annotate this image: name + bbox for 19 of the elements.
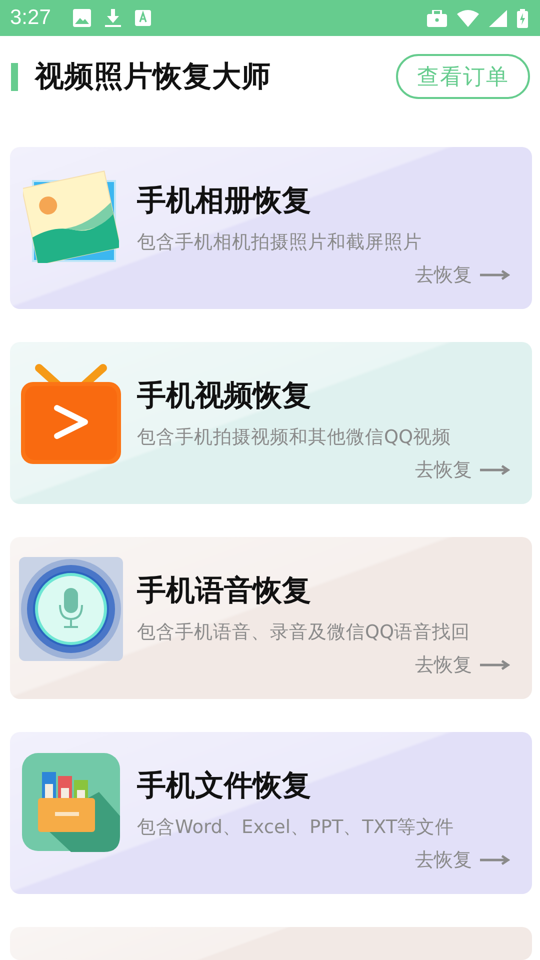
clock-time: 3:27: [10, 6, 51, 30]
card-description: 包含手机相机拍摄照片和截屏照片: [137, 231, 423, 255]
recovery-card[interactable]: 手机语音恢复 包含手机语音、录音及微信QQ语音找回 去恢复: [10, 537, 532, 699]
card-description: 包含手机语音、录音及微信QQ语音找回: [137, 621, 472, 645]
card-title: 手机视频恢复: [137, 377, 312, 413]
go-recover-link[interactable]: 去恢复: [415, 457, 510, 483]
recovery-card[interactable]: 手机视频恢复 包含手机拍摄视频和其他微信QQ视频 去恢复: [10, 342, 532, 504]
go-recover-link[interactable]: 去恢复: [415, 847, 510, 873]
card-title: 手机相册恢复: [137, 182, 312, 218]
card-title: 手机语音恢复: [137, 572, 312, 608]
recovery-card[interactable]: 手机相册恢复 包含手机相机拍摄照片和截屏照片 去恢复: [10, 147, 532, 309]
view-orders-button[interactable]: 查看订单: [396, 54, 530, 99]
card-title: 手机文件恢复: [137, 767, 312, 803]
go-recover-link[interactable]: 去恢复: [415, 652, 510, 678]
card-description: 包含Word、Excel、PPT、TXT等文件: [137, 816, 456, 840]
app-title: 视频照片恢复大师: [35, 58, 272, 94]
recovery-card[interactable]: 手机文件恢复 包含Word、Excel、PPT、TXT等文件 去恢复: [10, 732, 532, 894]
go-recover-link[interactable]: 去恢复: [415, 262, 510, 288]
card-description: 包含手机拍摄视频和其他微信QQ视频: [137, 426, 452, 450]
